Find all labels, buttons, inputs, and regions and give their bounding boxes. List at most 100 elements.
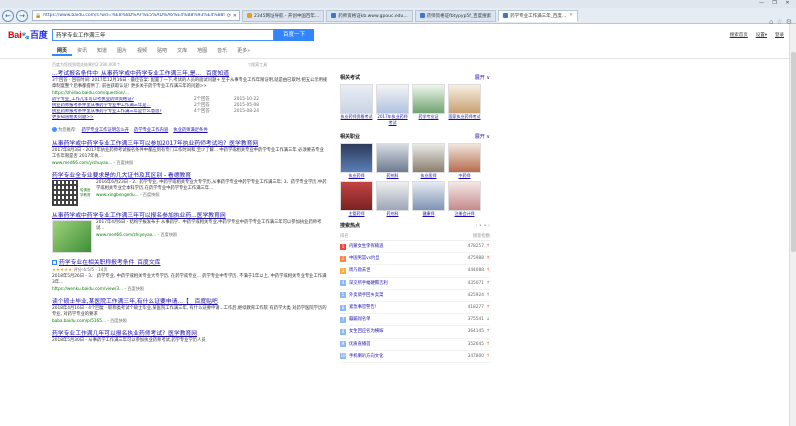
hot-keyword[interactable]: 手机喇叭方向文化: [349, 351, 456, 362]
tab-tieba[interactable]: 贴吧: [152, 46, 172, 56]
baidu-logo[interactable]: Bai🐾百度: [8, 28, 48, 41]
tab-images[interactable]: 图片: [112, 46, 132, 56]
result-title[interactable]: 从事药学或中药学专业工作满三年可以参加2017年执业药师考试吗?_医学教育网: [52, 140, 328, 148]
search-tools-link[interactable]: ▽搜索工具: [248, 62, 267, 68]
job-card[interactable]: 主管药师: [340, 180, 373, 217]
hot-keyword[interactable]: 女生回应名为横嫁: [349, 326, 456, 337]
hot-keyword[interactable]: 紧急事官警告!: [349, 302, 456, 313]
exam-card[interactable]: 国家执业药师考试: [448, 84, 481, 125]
result-title[interactable]: 药学专业在相关职称报考条件_百度文库: [52, 259, 328, 267]
result-title[interactable]: 药学专业全专业要求是的几大证书及其区别 - 看德教育: [52, 172, 328, 180]
tab-video[interactable]: 视频: [132, 46, 152, 56]
table-row[interactable]: 3 周乃勋去世 444088 ↑: [340, 265, 490, 278]
table-row[interactable]: 4 深交所手幅硬腾吉利 435071 ↑: [340, 278, 490, 290]
tab-more[interactable]: 更多»: [232, 46, 255, 56]
result-url[interactable]: https://zhidao.baidu.com/question/...: [52, 90, 328, 96]
browser-tab-1[interactable]: 2345网址导航 - 开创中国百年...: [242, 9, 325, 22]
result-title[interactable]: 读个硕士毕业,某医院工作满三年,有什么证要申请...【__百度贴吧: [52, 298, 328, 306]
result-url-text[interactable]: baba.baidu.com/p/5165...: [52, 318, 106, 323]
tab-zhidao[interactable]: 知道: [92, 46, 112, 56]
hot-keyword[interactable]: 优质直播首: [349, 339, 456, 350]
hot-keyword[interactable]: 蹦蹦闯名单: [349, 314, 456, 325]
tab-map[interactable]: 地图: [192, 46, 212, 56]
result-thumbnail[interactable]: [52, 220, 92, 253]
hot-keyword[interactable]: 外卖骑手回乡卖菜: [349, 290, 456, 301]
snapshot-link[interactable]: 百度快照: [160, 232, 177, 237]
job-card[interactable]: 注册会计师: [448, 180, 481, 217]
more-zhidao-link[interactable]: 更多知道相关问题>>: [52, 115, 328, 121]
card-caption[interactable]: 2017年执业药师考试: [376, 114, 409, 125]
result-url-text[interactable]: https://wenku.baidu.com/view/3...: [52, 286, 123, 291]
job-card[interactable]: 执业药师: [340, 143, 373, 179]
tab-news[interactable]: 资讯: [72, 46, 92, 56]
qr-thumbnail[interactable]: 哈佛医学教育: [52, 180, 92, 206]
browser-tab-4-active[interactable]: 药学专业工作满三年_百度... ✕: [498, 9, 578, 22]
exam-card[interactable]: 执业药师资格考试: [340, 84, 373, 125]
snapshot-link[interactable]: 百度快照: [116, 160, 133, 165]
exam-card[interactable]: 2017年执业药师考试: [376, 84, 409, 125]
rec-link[interactable]: 执业药师满足条件: [173, 127, 207, 134]
browser-tab-3[interactable]: 药师资格证fbtypyp5f_百度搜索: [414, 9, 497, 22]
result-title[interactable]: ...考试报名条件中_从事药学或中药学专业工作满三年,是... _百度知道: [52, 70, 328, 78]
job-card[interactable]: 健康师: [412, 180, 445, 217]
forward-arrow-icon[interactable]: →: [16, 9, 28, 22]
minimize-button[interactable]: —: [756, 0, 767, 6]
job-card[interactable]: 执业医师: [412, 143, 445, 179]
table-row[interactable]: 7 蹦蹦闯名单 375541 ↓: [340, 314, 490, 327]
page-scrollbar[interactable]: [789, 24, 796, 426]
result-url-text[interactable]: www.xingbengedu...: [96, 192, 139, 197]
table-row[interactable]: 8 女生回应名为横嫁 364145 ↑: [340, 326, 490, 339]
hot-keyword[interactable]: 周乃勋去世: [349, 265, 456, 276]
card-caption[interactable]: 执业药师: [340, 173, 373, 179]
card-caption[interactable]: 药学专业证: [412, 114, 445, 120]
result-url-text[interactable]: www.med66.com/yishuyao...: [52, 160, 112, 165]
card-caption[interactable]: 注册会计师: [448, 211, 481, 217]
settings-link[interactable]: 设置▾: [756, 32, 767, 38]
scrollbar-thumb[interactable]: [791, 52, 796, 252]
address-bar[interactable]: 🔒 https://www.baidu.com/s?wd=%E8%8D%AF%E…: [32, 10, 240, 21]
card-caption[interactable]: 国家执业药师考试: [448, 114, 481, 120]
login-link[interactable]: 登录: [775, 32, 784, 38]
maximize-button[interactable]: ❐: [769, 0, 780, 6]
table-row[interactable]: 6 紧急事官警告! 418277 ↑: [340, 302, 490, 315]
table-row[interactable]: 2 中国男篮vs约旦 475988 ↑: [340, 253, 490, 266]
result-url-text[interactable]: www.med66.com/zhiyeyao...: [96, 232, 156, 237]
job-card[interactable]: 药剂科: [376, 180, 409, 217]
card-caption[interactable]: 执业医师: [412, 173, 445, 179]
hot-keyword[interactable]: 内蒙女生李挥楠逃: [349, 241, 456, 252]
table-row[interactable]: 5 外卖骑手回乡卖菜 425924 ↑: [340, 290, 490, 303]
tab-close-icon[interactable]: ✕: [569, 13, 573, 18]
snapshot-link[interactable]: 百度快照: [110, 318, 127, 323]
rec-link[interactable]: 药学专业工作证明怎么开: [82, 127, 129, 134]
job-card[interactable]: 药剂科: [376, 143, 409, 179]
result-title[interactable]: 药学专业工作满几年可以报名执业药师考试?_医学教育网: [52, 330, 328, 338]
browser-tab-2[interactable]: 药师资格证kb.www.gpouc.edu...: [326, 9, 413, 22]
card-caption[interactable]: 执业药师资格考试: [340, 114, 373, 120]
table-row[interactable]: 1 内蒙女生李挥楠逃 478257 ↑: [340, 241, 490, 254]
job-card[interactable]: 中药师: [448, 143, 481, 179]
rec-link[interactable]: 药学专业工作内容: [134, 127, 168, 134]
refresh-icon[interactable]: ⟳ ✕: [227, 13, 237, 19]
hot-keyword[interactable]: 中国男篮vs约旦: [349, 253, 456, 264]
table-row[interactable]: 10 手机喇叭方向文化 347800 ↑: [340, 351, 490, 364]
card-caption[interactable]: 健康师: [412, 211, 445, 217]
tab-wenku[interactable]: 文库: [172, 46, 192, 56]
jobs-expand-link[interactable]: 展开 ∨: [475, 133, 490, 141]
search-home-link[interactable]: 搜索首页: [730, 32, 748, 38]
card-caption[interactable]: 主管药师: [340, 211, 373, 217]
card-caption[interactable]: 药剂科: [376, 173, 409, 179]
hot-pager[interactable]: ‹ • • ›: [475, 222, 490, 230]
tab-music[interactable]: 音乐: [212, 46, 232, 56]
tab-web[interactable]: 网页: [52, 46, 73, 56]
result-title-text[interactable]: 药学专业在相关职称报考条件_百度文库: [59, 260, 160, 266]
snapshot-link[interactable]: 百度快照: [143, 192, 160, 197]
table-row[interactable]: 9 优质直播首 352645 ↑: [340, 339, 490, 351]
more-link-text[interactable]: 更多知道相关问题>>: [52, 115, 194, 121]
card-caption[interactable]: 药剂科: [376, 211, 409, 217]
card-caption[interactable]: 中药师: [448, 173, 481, 179]
snapshot-link[interactable]: 百度快照: [127, 286, 144, 291]
result-title[interactable]: 从事药学或中药学专业工作满三年可以报名参加执业药...医学教育网: [52, 212, 328, 220]
search-button[interactable]: 百度一下: [274, 29, 314, 41]
exams-expand-link[interactable]: 展开 ∨: [475, 74, 490, 82]
back-arrow-icon[interactable]: ←: [2, 9, 14, 22]
